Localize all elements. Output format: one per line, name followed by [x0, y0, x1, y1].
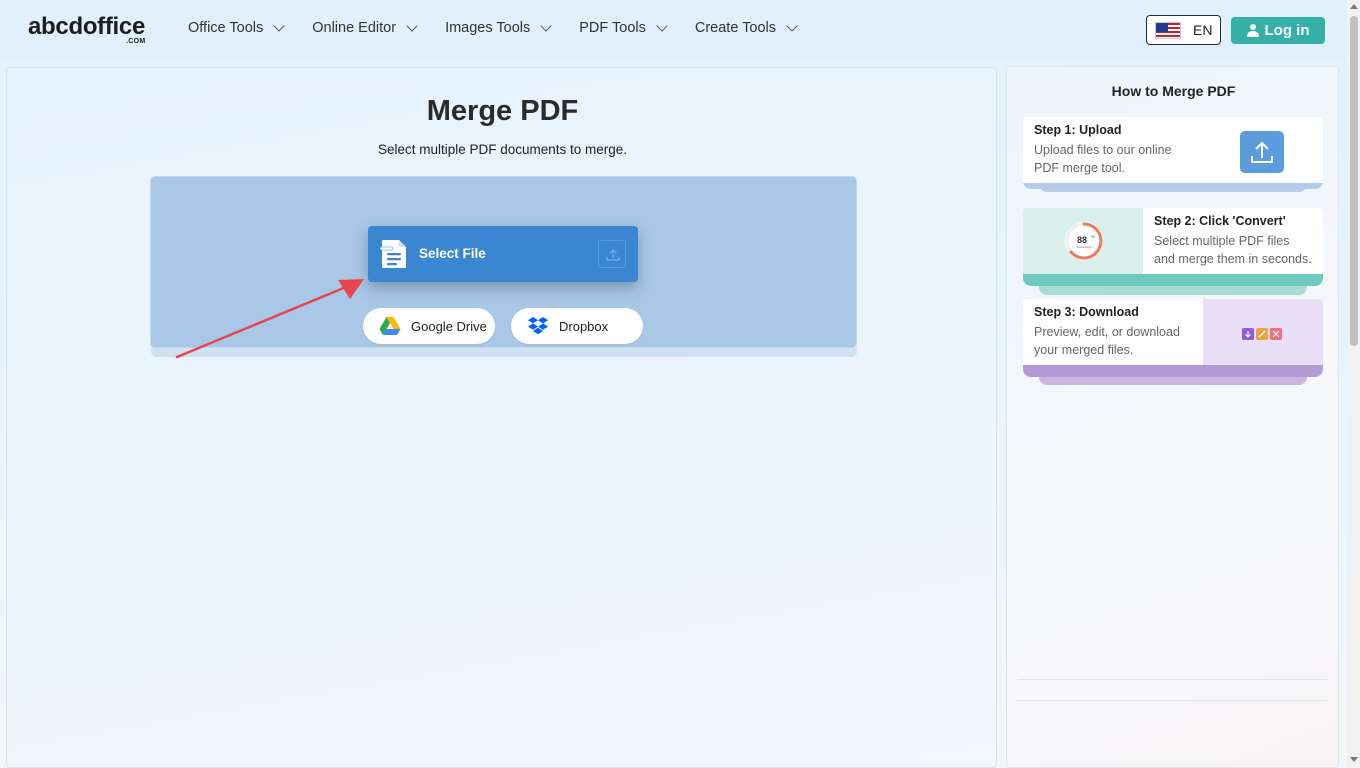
google-drive-button[interactable]: Google Drive [363, 308, 495, 344]
google-drive-icon [379, 317, 401, 335]
dropbox-button[interactable]: Dropbox [511, 308, 643, 344]
step-title: Step 3: Download [1034, 305, 1139, 319]
scroll-down-arrow-icon[interactable] [1350, 757, 1358, 762]
step-description: Select multiple PDF files and merge them… [1154, 232, 1312, 268]
nav-label: Create Tools [694, 20, 776, 36]
nav-online-editor[interactable]: Online Editor [312, 20, 418, 36]
step-title: Step 2: Click 'Convert' [1154, 214, 1286, 228]
nav-images-tools[interactable]: Images Tools [445, 20, 552, 36]
chevron-down-icon [786, 20, 798, 32]
step-desc-line: Select multiple PDF files [1154, 234, 1290, 248]
dropbox-label: Dropbox [559, 318, 609, 334]
site-logo[interactable]: abcdoffice .COM [28, 13, 146, 46]
progress-ring-icon: 88 % Converting [1065, 222, 1103, 260]
step-card-convert: 88 % Converting Step 2: Click 'Convert' … [1023, 208, 1323, 276]
step-title: Step 1: Upload [1034, 123, 1122, 137]
login-button[interactable]: Log in [1231, 17, 1325, 44]
step-description: Upload files to our online PDF merge too… [1034, 141, 1172, 177]
nav-create-tools[interactable]: Create Tools [694, 20, 798, 36]
chevron-down-icon [273, 20, 285, 32]
svg-text:%: % [1091, 234, 1095, 239]
step-desc-line: Preview, edit, or download [1034, 325, 1180, 339]
chevron-down-icon [406, 20, 418, 32]
main-nav: Office Tools Online Editor Images Tools … [188, 20, 825, 36]
user-icon [1246, 24, 1259, 37]
page-scrollbar[interactable] [1347, 0, 1360, 768]
step-card-download: Step 3: Download Preview, edit, or downl… [1023, 299, 1323, 367]
scroll-thumb[interactable] [1350, 16, 1358, 346]
step-desc-line: your merged files. [1034, 343, 1134, 357]
select-file-label: Select File [419, 246, 486, 261]
dropbox-icon [528, 317, 548, 335]
logo-domain: .COM [126, 38, 146, 45]
main-panel: Merge PDF Select multiple PDF documents … [6, 67, 997, 768]
chevron-down-icon [656, 20, 668, 32]
page-subtitle: Select multiple PDF documents to merge. [377, 142, 628, 157]
scroll-up-arrow-icon[interactable] [1350, 4, 1358, 9]
step-desc-line: and merge them in seconds. [1154, 252, 1312, 266]
svg-text:Converting: Converting [1077, 245, 1092, 249]
upload-icon [1251, 141, 1273, 163]
divider [1017, 679, 1327, 680]
top-header: abcdoffice .COM Office Tools Online Edit… [0, 0, 1347, 60]
upload-icon[interactable] [598, 240, 626, 268]
document-icon [380, 240, 406, 268]
step-card-upload: Step 1: Upload Upload files to our onlin… [1023, 117, 1323, 185]
nav-label: Office Tools [188, 20, 264, 36]
download-illustration [1203, 299, 1323, 365]
select-file-button[interactable]: Select File [368, 226, 638, 282]
step-desc-line: Upload files to our online [1034, 143, 1172, 157]
nav-pdf-tools[interactable]: PDF Tools [579, 20, 668, 36]
nav-label: Online Editor [312, 20, 397, 36]
language-code: EN [1193, 22, 1213, 38]
nav-label: Images Tools [445, 20, 531, 36]
step-desc-line: PDF merge tool. [1034, 161, 1126, 175]
progress-illustration: 88 % Converting [1023, 208, 1143, 274]
how-to-sidebar: How to Merge PDF Step 1: Upload Upload f… [1006, 66, 1339, 768]
us-flag-icon [1155, 21, 1181, 39]
language-selector[interactable]: EN [1146, 15, 1221, 45]
file-actions-icon [1242, 328, 1282, 340]
nav-office-tools[interactable]: Office Tools [188, 20, 285, 36]
logo-text: abcdoffice [28, 13, 146, 40]
google-drive-label: Google Drive [411, 318, 487, 334]
annotation-arrow [175, 279, 364, 359]
login-label: Log in [1264, 22, 1310, 39]
divider [1017, 700, 1327, 701]
upload-illustration [1203, 117, 1323, 183]
step-card-shadow [1039, 285, 1307, 295]
svg-text:88: 88 [1077, 235, 1087, 245]
step-description: Preview, edit, or download your merged f… [1034, 323, 1180, 359]
nav-label: PDF Tools [579, 20, 646, 36]
page-title: Merge PDF [426, 95, 579, 127]
chevron-down-icon [540, 20, 552, 32]
sidebar-title: How to Merge PDF [1111, 83, 1236, 99]
